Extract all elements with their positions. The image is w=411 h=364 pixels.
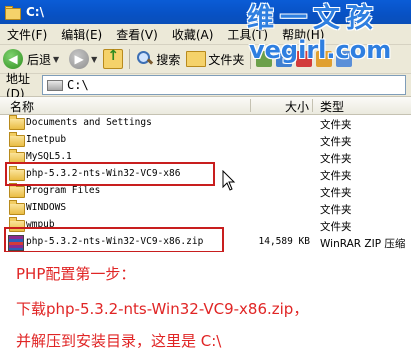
highlight-folder: [5, 162, 215, 186]
column-name[interactable]: 名称: [10, 98, 34, 115]
file-name: Inetpub: [26, 134, 67, 145]
address-label: 地址(D): [6, 71, 31, 101]
list-item[interactable]: Inetpub 文件夹: [0, 132, 411, 149]
folders-button[interactable]: 文件夹: [183, 47, 247, 71]
chevron-down-icon[interactable]: ▼: [53, 55, 59, 64]
file-size: 14,589 KB: [258, 236, 310, 247]
up-button[interactable]: [100, 47, 126, 71]
folder-icon: [9, 115, 25, 130]
column-divider[interactable]: [312, 99, 313, 112]
address-bar: 地址(D) C:\: [0, 72, 411, 101]
file-type: 文件夹: [320, 187, 352, 199]
folder-icon: [9, 132, 25, 147]
file-type: WinRAR ZIP 压缩: [320, 238, 406, 250]
mouse-cursor-icon: [222, 170, 236, 191]
file-name: Documents and Settings: [26, 117, 152, 128]
back-button[interactable]: ◀ 后退 ▼: [0, 47, 62, 71]
file-type: 文件夹: [320, 170, 352, 182]
highlight-zip: [4, 227, 224, 253]
forward-button[interactable]: ▶ ▼: [62, 47, 100, 71]
menu-favorites[interactable]: 收藏(A): [165, 26, 221, 43]
search-button[interactable]: 搜索: [133, 47, 183, 71]
menu-view[interactable]: 查看(V): [109, 26, 165, 43]
window-title: C:\: [26, 5, 44, 19]
address-input[interactable]: C:\: [42, 75, 406, 95]
watermark-url: vegirl.com: [249, 36, 392, 64]
file-name: Program Files: [26, 185, 101, 196]
file-type: 文件夹: [320, 221, 352, 233]
folder-icon: [9, 200, 25, 215]
folders-icon: [186, 51, 207, 67]
file-type: 文件夹: [320, 204, 352, 216]
menu-file[interactable]: 文件(F): [0, 26, 54, 43]
watermark-logo-text: 维一文孩: [247, 3, 379, 34]
back-label: 后退: [27, 52, 52, 67]
address-value: C:\: [67, 78, 89, 92]
menu-edit[interactable]: 编辑(E): [54, 26, 109, 43]
toolbar-separator: [129, 49, 131, 69]
column-divider[interactable]: [250, 99, 251, 112]
annotation-line-1: PHP配置第一步：: [16, 265, 136, 283]
folder-icon: [4, 5, 21, 20]
annotation-line-3: 并解压到安装目录，这里是 C:\: [16, 332, 222, 350]
file-type: 文件夹: [320, 119, 352, 131]
search-icon: [136, 50, 154, 68]
annotation-panel: PHP配置第一步： 下载php-5.3.2-nts-Win32-VC9-x86.…: [0, 252, 411, 364]
chevron-down-icon[interactable]: ▼: [91, 55, 97, 64]
column-size[interactable]: 大小: [285, 98, 309, 115]
back-arrow-icon: ◀: [3, 49, 23, 69]
list-item[interactable]: Documents and Settings 文件夹: [0, 115, 411, 132]
folder-up-icon: [103, 48, 124, 69]
column-header: 名称 大小 类型: [0, 97, 411, 115]
folder-icon: [9, 183, 25, 198]
file-name: MySQL5.1: [26, 151, 72, 162]
search-label: 搜索: [156, 52, 181, 67]
column-type[interactable]: 类型: [320, 98, 344, 115]
file-name: WINDOWS: [26, 202, 67, 213]
folders-label: 文件夹: [208, 52, 245, 67]
list-item[interactable]: WINDOWS 文件夹: [0, 200, 411, 217]
annotation-line-2: 下载php-5.3.2-nts-Win32-VC9-x86.zip，: [16, 300, 309, 318]
file-type: 文件夹: [320, 153, 352, 165]
drive-icon: [47, 79, 63, 91]
forward-arrow-icon: ▶: [69, 49, 90, 69]
file-type: 文件夹: [320, 136, 352, 148]
